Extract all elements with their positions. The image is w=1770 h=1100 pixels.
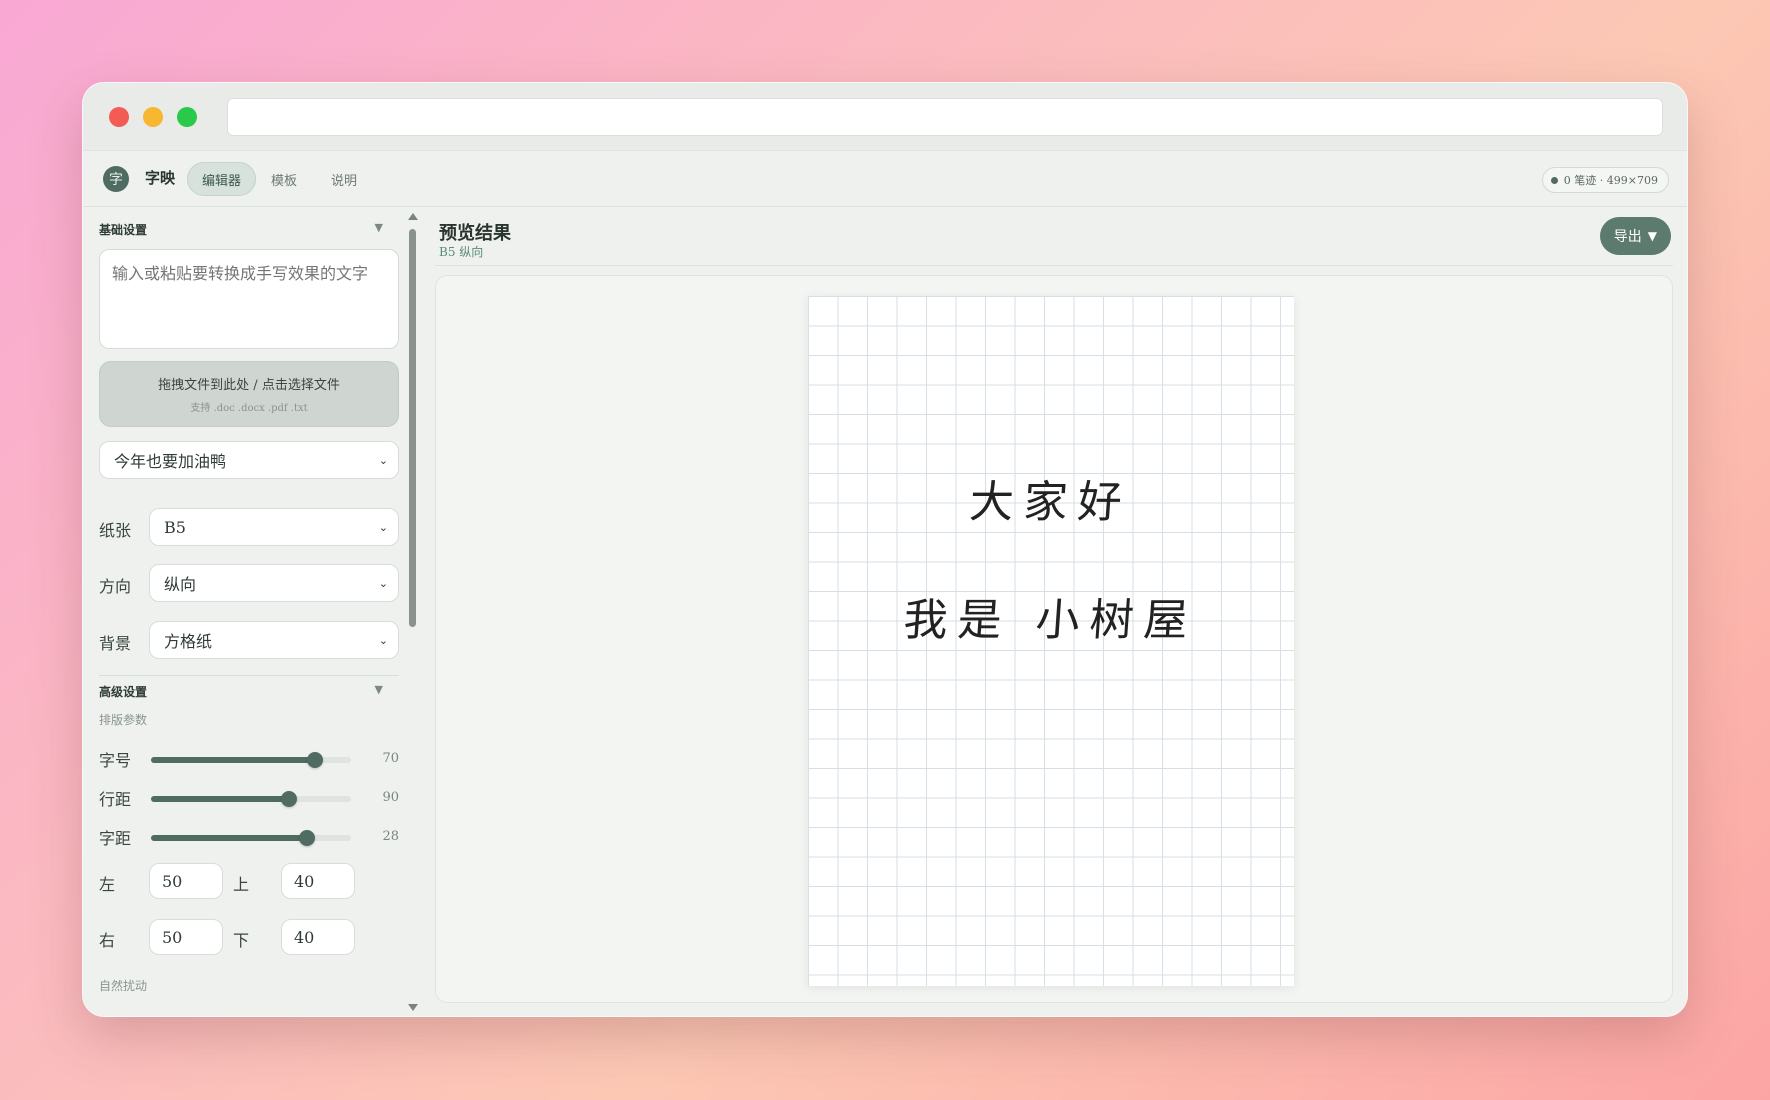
minimize-window-button[interactable]: [143, 107, 163, 127]
line-spacing-slider[interactable]: [151, 791, 351, 807]
slider-thumb[interactable]: [281, 791, 297, 807]
export-label: 导出: [1613, 229, 1642, 245]
background-label: 背景: [99, 634, 132, 653]
sidebar-scrollbar[interactable]: [405, 213, 421, 1011]
close-window-button[interactable]: [109, 107, 129, 127]
scroll-thumb[interactable]: [409, 229, 416, 627]
chevron-down-icon: ⌄: [378, 453, 388, 467]
browser-titlebar: [83, 83, 1687, 151]
chevron-down-icon: ⌄: [378, 576, 388, 590]
basic-settings-title: 基础设置: [99, 223, 148, 237]
orientation-label: 方向: [99, 577, 132, 596]
margin-left-label: 左: [99, 875, 116, 894]
preview-panel: 预览结果 B5 纵向 导出 ▼ 大家好 我是 小树屋: [435, 207, 1687, 1016]
tab-help[interactable]: 说明: [317, 162, 371, 196]
margin-bottom-input[interactable]: 40: [281, 919, 355, 955]
margin-right-input[interactable]: 50: [149, 919, 223, 955]
dropzone-label: 拖拽文件到此处 / 点击选择文件: [158, 378, 340, 393]
paper-select[interactable]: B5 ⌄: [149, 508, 399, 546]
chevron-down-icon: ⌄: [378, 520, 388, 534]
address-bar[interactable]: [227, 98, 1663, 136]
preview-subtitle: B5 纵向: [439, 245, 484, 259]
letter-spacing-slider[interactable]: [151, 830, 351, 846]
basic-settings-header[interactable]: 基础设置 ▼: [99, 221, 383, 238]
collapse-triangle-icon[interactable]: ▼: [375, 683, 383, 700]
caret-down-icon: ▼: [1647, 229, 1657, 243]
export-button[interactable]: 导出 ▼: [1599, 217, 1671, 255]
background-select-value: 方格纸: [164, 632, 213, 651]
tab-editor[interactable]: 编辑器: [187, 162, 257, 196]
slider-thumb[interactable]: [307, 752, 323, 768]
paper-label: 纸张: [99, 521, 132, 540]
natural-jitter-label: 自然扰动: [99, 979, 148, 993]
status-badge: 0 笔迹 · 499×709: [1541, 167, 1669, 193]
header-divider: [435, 265, 1673, 266]
slider-fill: [151, 835, 307, 841]
font-size-value: 70: [382, 751, 399, 766]
dropzone-hint: 支持 .doc .docx .pdf .txt: [190, 403, 308, 414]
maximize-window-button[interactable]: [177, 107, 197, 127]
margin-top-input[interactable]: 40: [281, 863, 355, 899]
letter-spacing-value: 28: [382, 829, 399, 844]
section-divider: [99, 675, 399, 676]
app-name: 字映: [145, 169, 176, 187]
app-logo-icon: 字: [103, 166, 129, 192]
line-spacing-value: 90: [382, 790, 399, 805]
font-select-value: 今年也要加油鸭: [114, 452, 227, 471]
preview-title: 预览结果: [439, 223, 511, 244]
file-dropzone[interactable]: 拖拽文件到此处 / 点击选择文件 支持 .doc .docx .pdf .txt: [99, 361, 399, 427]
background-select[interactable]: 方格纸 ⌄: [149, 621, 399, 659]
app-window: 字 字映 编辑器 模板 说明 0 笔迹 · 499×709 基础设置 ▼ 拖拽文…: [82, 82, 1688, 1017]
layout-params-label: 排版参数: [99, 713, 148, 727]
status-dot-icon: [1550, 176, 1558, 184]
text-input[interactable]: [99, 249, 399, 349]
font-size-slider[interactable]: [151, 752, 351, 768]
collapse-triangle-icon[interactable]: ▼: [375, 221, 383, 238]
scroll-up-arrow-icon[interactable]: [408, 213, 418, 220]
handwriting-line: 大家好: [967, 477, 1134, 528]
letter-spacing-label: 字距: [99, 829, 132, 848]
font-select[interactable]: 今年也要加油鸭 ⌄: [99, 441, 399, 479]
slider-fill: [151, 757, 315, 763]
settings-sidebar: 基础设置 ▼ 拖拽文件到此处 / 点击选择文件 支持 .doc .docx .p…: [83, 207, 399, 1016]
orientation-select-value: 纵向: [164, 575, 197, 594]
handwriting-line: 我是 小树屋: [901, 595, 1200, 646]
scroll-down-arrow-icon[interactable]: [408, 1004, 418, 1011]
orientation-select[interactable]: 纵向 ⌄: [149, 564, 399, 602]
paper-select-value: B5: [164, 517, 186, 537]
app-header: 字 字映 编辑器 模板 说明 0 笔迹 · 499×709: [83, 151, 1687, 207]
advanced-settings-title: 高级设置: [99, 685, 148, 699]
preview-canvas: 大家好 我是 小树屋: [435, 275, 1673, 1003]
tab-templates[interactable]: 模板: [257, 162, 311, 196]
status-text: 0 笔迹 · 499×709: [1563, 174, 1658, 187]
slider-fill: [151, 796, 289, 802]
advanced-settings-header[interactable]: 高级设置 ▼: [99, 683, 383, 700]
margin-right-label: 右: [99, 931, 116, 950]
grid-paper: 大家好 我是 小树屋: [808, 296, 1294, 986]
chevron-down-icon: ⌄: [378, 633, 388, 647]
margin-top-label: 上: [233, 875, 250, 894]
margin-left-input[interactable]: 50: [149, 863, 223, 899]
slider-thumb[interactable]: [299, 830, 315, 846]
font-size-label: 字号: [99, 751, 132, 770]
margin-bottom-label: 下: [233, 931, 250, 950]
line-spacing-label: 行距: [99, 790, 132, 809]
